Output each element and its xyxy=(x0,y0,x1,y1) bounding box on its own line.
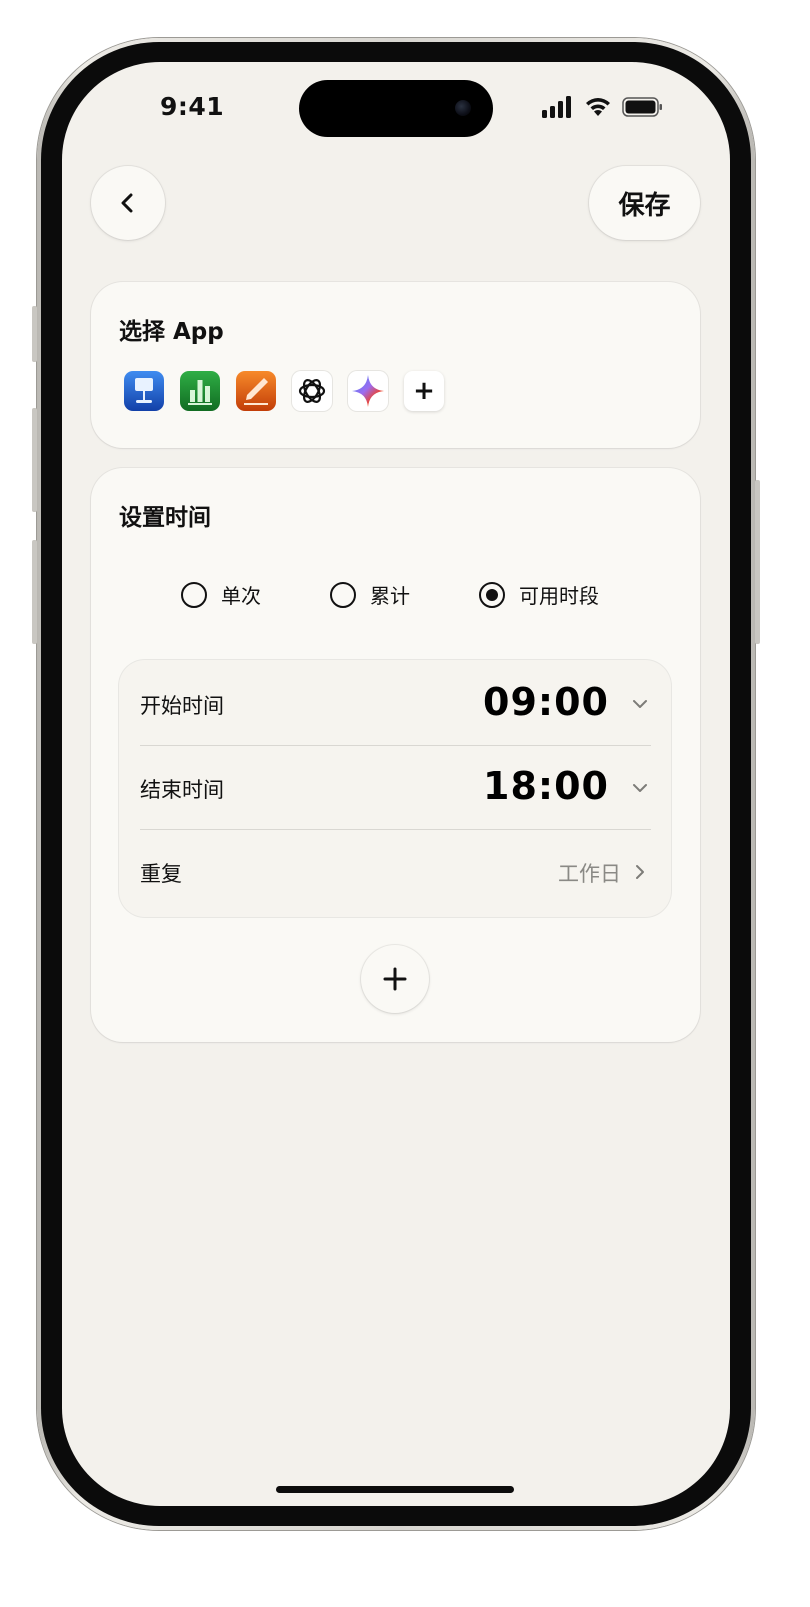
start-time-label: 开始时间 xyxy=(140,694,224,718)
pages-icon[interactable] xyxy=(236,371,276,411)
repeat-label: 重复 xyxy=(140,862,182,886)
power-button xyxy=(755,480,760,644)
home-indicator xyxy=(276,1486,514,1493)
volume-down-button xyxy=(32,540,37,644)
back-button[interactable] xyxy=(91,166,165,240)
wifi-icon xyxy=(586,98,610,116)
battery-icon xyxy=(622,97,662,117)
repeat-value: 工作日 xyxy=(558,862,621,886)
chevron-left-icon xyxy=(121,193,133,213)
add-time-period-button[interactable] xyxy=(361,945,429,1013)
front-camera xyxy=(455,100,471,116)
mode-label: 累计 xyxy=(370,584,410,608)
mode-cumulative[interactable]: 累计 xyxy=(330,580,410,609)
chevron-down-icon xyxy=(633,784,647,792)
keynote-icon[interactable] xyxy=(124,371,164,411)
dynamic-island xyxy=(299,80,493,137)
gemini-icon[interactable] xyxy=(348,371,388,411)
action-button xyxy=(32,306,37,362)
mode-label: 可用时段 xyxy=(519,584,599,608)
chatgpt-icon[interactable] xyxy=(292,371,332,411)
repeat-row[interactable]: 重复 工作日 xyxy=(119,830,671,914)
mode-available-period[interactable]: 可用时段 xyxy=(479,580,599,609)
save-button[interactable]: 保存 xyxy=(589,166,700,240)
set-time-card: 设置时间 单次 累计 可用时段 开始时间 09:00 结束时间 18:00 重复… xyxy=(91,468,700,1042)
volume-up-button xyxy=(32,408,37,512)
mode-single[interactable]: 单次 xyxy=(181,580,261,609)
radio-circle xyxy=(181,581,207,608)
end-time-value: 18:00 xyxy=(483,764,609,808)
select-app-title: 选择 App xyxy=(119,319,224,345)
select-app-card: 选择 App + xyxy=(91,282,700,448)
start-time-row[interactable]: 开始时间 09:00 xyxy=(119,660,671,744)
radio-circle-selected xyxy=(479,581,505,608)
chevron-right-icon xyxy=(636,865,644,879)
mode-label: 单次 xyxy=(221,584,261,608)
set-time-title: 设置时间 xyxy=(119,505,211,531)
chevron-down-icon xyxy=(633,700,647,708)
end-time-label: 结束时间 xyxy=(140,778,224,802)
plus-icon xyxy=(383,967,407,991)
numbers-icon[interactable] xyxy=(180,371,220,411)
status-time: 9:41 xyxy=(160,92,225,121)
time-settings-group: 开始时间 09:00 结束时间 18:00 重复 工作日 xyxy=(119,660,671,917)
add-app-button[interactable]: + xyxy=(404,371,444,411)
end-time-row[interactable]: 结束时间 18:00 xyxy=(119,745,671,829)
start-time-value: 09:00 xyxy=(483,680,609,724)
mode-selector: 单次 累计 可用时段 xyxy=(91,574,700,614)
signal-icon xyxy=(542,96,571,118)
radio-circle xyxy=(330,581,356,608)
screen: 9:41 保存 选择 App + 设置时间 单次 累计 可用时段 开始时间 09… xyxy=(62,62,730,1506)
